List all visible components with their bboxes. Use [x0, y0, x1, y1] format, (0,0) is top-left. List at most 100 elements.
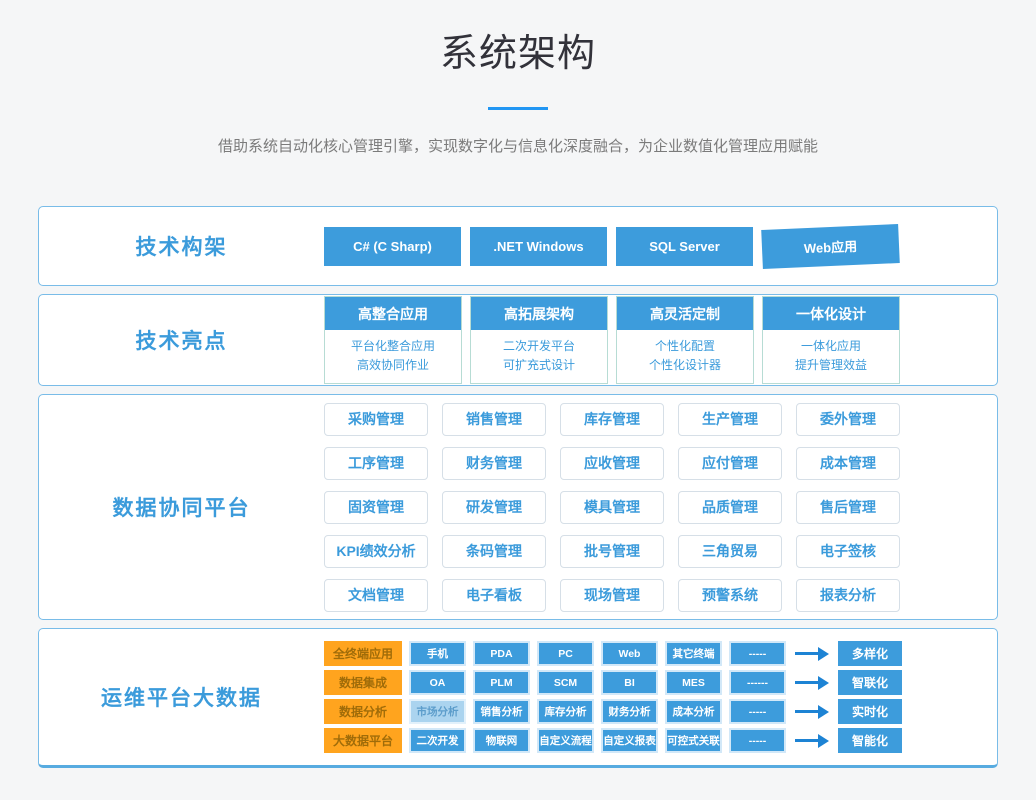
bigdata-node: 物联网 [473, 728, 530, 753]
module-button[interactable]: 成本管理 [796, 447, 900, 480]
module-grid: 采购管理销售管理库存管理生产管理委外管理工序管理财务管理应收管理应付管理成本管理… [324, 403, 900, 612]
highlight-card-line: 个性化配置 [617, 337, 753, 356]
section-platform: 数据协同平台 采购管理销售管理库存管理生产管理委外管理工序管理财务管理应收管理应… [38, 394, 998, 620]
bigdata-node: ----- [729, 728, 786, 753]
module-button[interactable]: 委外管理 [796, 403, 900, 436]
module-button[interactable]: 电子签核 [796, 535, 900, 568]
bigdata-node: OA [409, 670, 466, 695]
section-bigdata: 运维平台大数据 全终端应用手机PDAPCWeb其它终端-----多样化数据集成O… [38, 628, 998, 768]
bigdata-node: 财务分析 [601, 699, 658, 724]
bigdata-node: 库存分析 [537, 699, 594, 724]
module-button[interactable]: 采购管理 [324, 403, 428, 436]
bigdata-category: 大数据平台 [324, 728, 402, 753]
highlight-card-line: 一体化应用 [763, 337, 899, 356]
page-subtitle: 借助系统自动化核心管理引擎，实现数字化与信息化深度融合，为企业数值化管理应用赋能 [0, 135, 1036, 156]
bigdata-node: ------ [729, 670, 786, 695]
arrow-right-icon [795, 647, 829, 661]
bigdata-row: 数据分析市场分析销售分析库存分析财务分析成本分析 ----- 实时化 [324, 699, 902, 724]
highlight-card: 高拓展架构二次开发平台可扩充式设计 [470, 296, 608, 384]
highlight-card: 一体化设计一体化应用提升管理效益 [762, 296, 900, 384]
bigdata-node: MES [665, 670, 722, 695]
module-button[interactable]: KPI绩效分析 [324, 535, 428, 568]
module-button[interactable]: 生产管理 [678, 403, 782, 436]
sections-container: 技术构架 C# (C Sharp).NET WindowsSQL ServerW… [38, 206, 998, 768]
bigdata-node: 自定义流程 [537, 728, 594, 753]
module-button[interactable]: 批号管理 [560, 535, 664, 568]
module-row: 工序管理财务管理应收管理应付管理成本管理 [324, 447, 900, 480]
arrow-right-icon [795, 676, 829, 690]
module-row: KPI绩效分析条码管理批号管理三角贸易电子签核 [324, 535, 900, 568]
tech-button[interactable]: .NET Windows [470, 227, 607, 266]
module-button[interactable]: 应付管理 [678, 447, 782, 480]
highlight-card-title: 高整合应用 [325, 297, 461, 330]
highlight-cards: 高整合应用平台化整合应用高效协同作业高拓展架构二次开发平台可扩充式设计高灵活定制… [324, 296, 900, 384]
bigdata-node: Web [601, 641, 658, 666]
tech-stack-buttons: C# (C Sharp).NET WindowsSQL ServerWeb应用 [324, 227, 899, 266]
module-button[interactable]: 预警系统 [678, 579, 782, 612]
module-button[interactable]: 售后管理 [796, 491, 900, 524]
title-underline [488, 107, 548, 110]
bigdata-node: ----- [729, 699, 786, 724]
module-button[interactable]: 研发管理 [442, 491, 546, 524]
bigdata-node: PC [537, 641, 594, 666]
highlight-card-line: 个性化设计器 [617, 356, 753, 375]
highlight-card-body: 二次开发平台可扩充式设计 [471, 330, 607, 383]
module-button[interactable]: 报表分析 [796, 579, 900, 612]
module-button[interactable]: 工序管理 [324, 447, 428, 480]
module-button[interactable]: 库存管理 [560, 403, 664, 436]
highlight-card-line: 二次开发平台 [471, 337, 607, 356]
module-button[interactable]: 模具管理 [560, 491, 664, 524]
module-button[interactable]: 文档管理 [324, 579, 428, 612]
module-button[interactable]: 应收管理 [560, 447, 664, 480]
page: 系统架构 借助系统自动化核心管理引擎，实现数字化与信息化深度融合，为企业数值化管… [0, 22, 1036, 768]
arrow-right-icon [795, 705, 829, 719]
section-label-platform: 数据协同平台 [39, 492, 324, 522]
section-label-bigdata: 运维平台大数据 [39, 682, 324, 712]
module-button[interactable]: 三角贸易 [678, 535, 782, 568]
page-title: 系统架构 [0, 22, 1036, 77]
highlight-card-title: 高拓展架构 [471, 297, 607, 330]
module-button[interactable]: 销售管理 [442, 403, 546, 436]
highlight-card-title: 一体化设计 [763, 297, 899, 330]
module-row: 固资管理研发管理模具管理品质管理售后管理 [324, 491, 900, 524]
bigdata-category: 数据集成 [324, 670, 402, 695]
highlight-card: 高整合应用平台化整合应用高效协同作业 [324, 296, 462, 384]
tech-button[interactable]: Web应用 [761, 224, 900, 269]
bigdata-node: BI [601, 670, 658, 695]
bigdata-node: 市场分析 [409, 699, 466, 724]
bigdata-result: 实时化 [838, 699, 902, 724]
bigdata-node: 销售分析 [473, 699, 530, 724]
module-button[interactable]: 条码管理 [442, 535, 546, 568]
highlight-card-line: 平台化整合应用 [325, 337, 461, 356]
highlight-card-body: 一体化应用提升管理效益 [763, 330, 899, 383]
module-button[interactable]: 财务管理 [442, 447, 546, 480]
tech-button[interactable]: C# (C Sharp) [324, 227, 461, 266]
module-button[interactable]: 现场管理 [560, 579, 664, 612]
section-label-tech-stack: 技术构架 [39, 231, 324, 261]
tech-button[interactable]: SQL Server [616, 227, 753, 266]
section-label-highlights: 技术亮点 [39, 325, 324, 355]
highlight-card-title: 高灵活定制 [617, 297, 753, 330]
highlight-card-line: 高效协同作业 [325, 356, 461, 375]
bigdata-node: 手机 [409, 641, 466, 666]
bigdata-node: 自定义报表 [601, 728, 658, 753]
bigdata-row: 大数据平台二次开发物联网自定义流程自定义报表可控式关联 ----- 智能化 [324, 728, 902, 753]
bigdata-node: 可控式关联 [665, 728, 722, 753]
highlight-card-body: 个性化配置个性化设计器 [617, 330, 753, 383]
module-button[interactable]: 电子看板 [442, 579, 546, 612]
bigdata-row: 数据集成OAPLMSCMBIMES------智联化 [324, 670, 902, 695]
bigdata-result: 智联化 [838, 670, 902, 695]
bigdata-node: PDA [473, 641, 530, 666]
bigdata-result: 多样化 [838, 641, 902, 666]
bigdata-node: 其它终端 [665, 641, 722, 666]
bigdata-node: 二次开发 [409, 728, 466, 753]
bigdata-node: 成本分析 [665, 699, 722, 724]
bigdata-row: 全终端应用手机PDAPCWeb其它终端-----多样化 [324, 641, 902, 666]
module-button[interactable]: 固资管理 [324, 491, 428, 524]
bigdata-result: 智能化 [838, 728, 902, 753]
module-button[interactable]: 品质管理 [678, 491, 782, 524]
bigdata-rows: 全终端应用手机PDAPCWeb其它终端-----多样化数据集成OAPLMSCMB… [324, 641, 902, 753]
bigdata-category: 数据分析 [324, 699, 402, 724]
section-tech-stack: 技术构架 C# (C Sharp).NET WindowsSQL ServerW… [38, 206, 998, 286]
bigdata-node: ----- [729, 641, 786, 666]
